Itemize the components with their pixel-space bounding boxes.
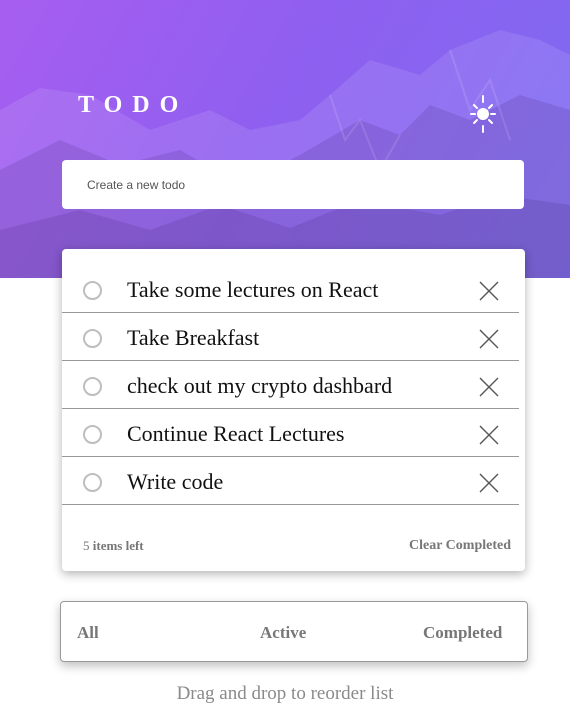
cross-icon[interactable] [478,280,500,302]
todo-checkbox[interactable] [83,377,102,396]
todo-checkbox[interactable] [83,425,102,444]
todo-text: Write code [127,469,224,494]
filter-completed[interactable]: Completed [423,623,502,643]
filter-bar: All Active Completed [60,601,528,662]
todo-item[interactable]: check out my crypto dashbard [62,361,519,409]
todo-text: check out my crypto dashbard [127,373,393,398]
todo-list: Take some lectures on React Take Breakfa… [62,249,525,571]
todo-checkbox[interactable] [83,473,102,492]
new-todo-box [62,160,524,209]
cross-icon[interactable] [478,472,500,494]
new-todo-input[interactable] [85,176,524,193]
filter-active[interactable]: Active [260,623,306,643]
todo-text: Take Breakfast [127,325,260,350]
todo-checkbox[interactable] [83,281,102,300]
todo-text: Take some lectures on React [127,277,379,302]
filter-all[interactable]: All [77,623,99,643]
cross-icon[interactable] [478,376,500,398]
items-left-label: items left [92,538,144,553]
todo-item[interactable]: Continue React Lectures [62,409,519,457]
todo-text: Continue React Lectures [127,421,345,446]
todo-checkbox[interactable] [83,329,102,348]
mountain-background [0,30,570,278]
reorder-hint: Drag and drop to reorder list [176,683,394,704]
app-title: TODO [78,92,189,118]
cross-icon[interactable] [478,424,500,446]
items-left-counter: 5 items left [83,538,144,554]
todo-item[interactable]: Write code [62,457,519,505]
hero-banner: TODO [0,0,570,278]
todo-item[interactable]: Take some lectures on React [62,265,519,313]
clear-completed-button[interactable]: Clear Completed [409,538,511,554]
todo-item[interactable]: Take Breakfast [62,313,519,361]
items-left-count: 5 [83,538,90,553]
sun-icon [470,95,496,133]
theme-toggle-button[interactable] [469,94,497,134]
cross-icon[interactable] [478,328,500,350]
